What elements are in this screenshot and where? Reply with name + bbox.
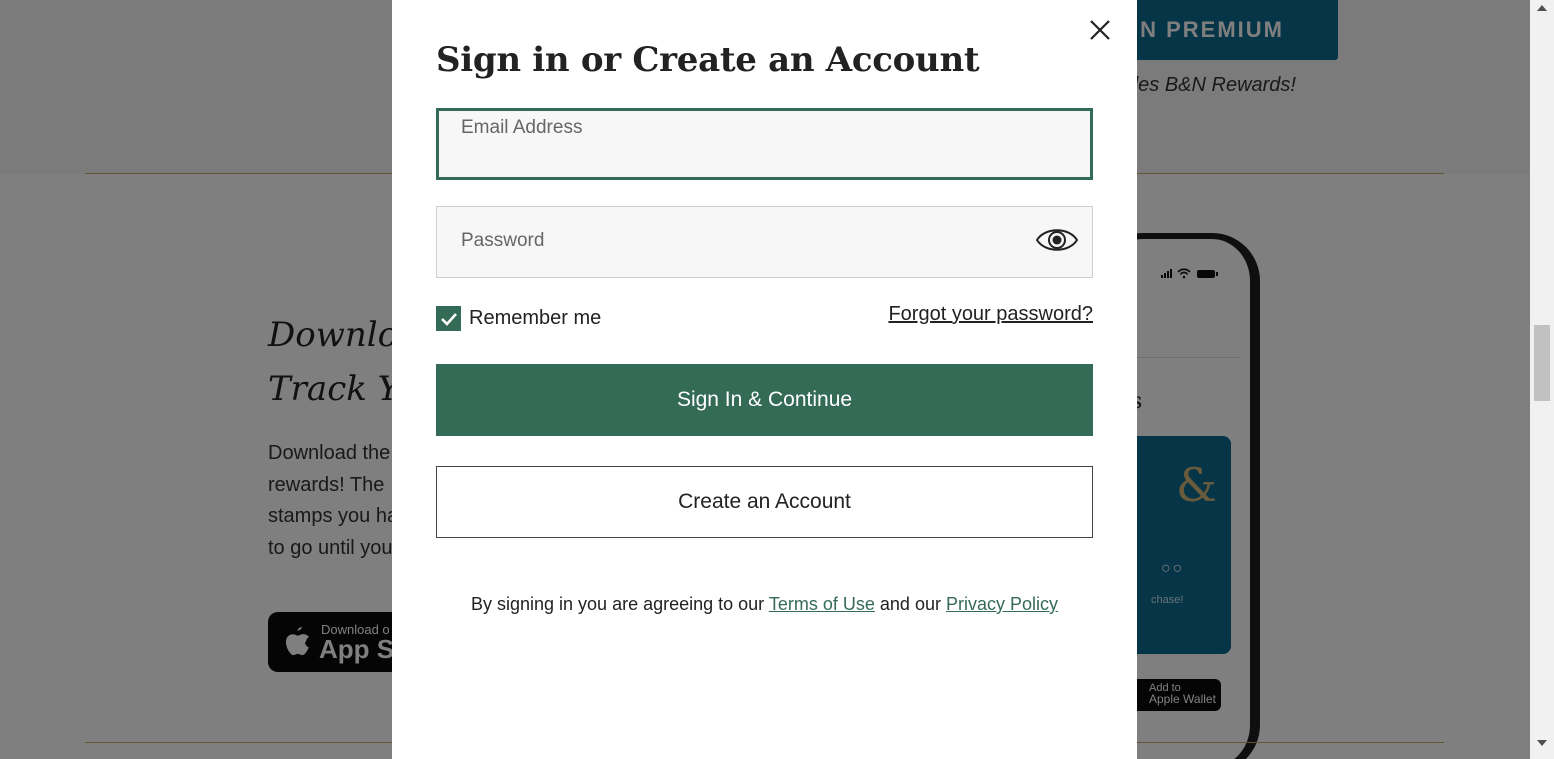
create-account-button[interactable]: Create an Account	[436, 466, 1093, 538]
close-button[interactable]	[1088, 18, 1112, 42]
checkmark-icon	[440, 312, 457, 326]
legal-prefix: By signing in you are agreeing to our	[470, 594, 765, 614]
scroll-thumb[interactable]	[1534, 325, 1550, 401]
email-input[interactable]	[439, 111, 1090, 177]
scroll-down-button[interactable]	[1530, 739, 1554, 753]
modal-title: Sign in or Create an Account	[436, 40, 980, 80]
remember-me[interactable]: Remember me	[436, 306, 601, 331]
sign-in-modal: Sign in or Create an Account Email Addre…	[392, 0, 1137, 759]
email-field[interactable]: Email Address	[436, 108, 1093, 180]
forgot-password-link[interactable]: Forgot your password?	[888, 303, 1093, 326]
scroll-up-icon	[1537, 5, 1547, 11]
password-input[interactable]	[437, 207, 1092, 277]
terms-of-use-link[interactable]: Terms of Use	[769, 594, 875, 614]
remember-checkbox[interactable]	[436, 306, 461, 331]
scroll-down-icon	[1537, 740, 1547, 746]
scroll-up-button[interactable]	[1530, 4, 1554, 18]
eye-icon[interactable]	[1035, 225, 1079, 255]
privacy-policy-link[interactable]: Privacy Policy	[946, 594, 1058, 614]
page-scrollbar[interactable]	[1530, 0, 1554, 759]
password-field[interactable]: Password	[436, 206, 1093, 278]
legal-middle: and our	[879, 594, 941, 614]
remember-label: Remember me	[469, 307, 602, 329]
legal-notice: By signing in you are agreeing to our Te…	[392, 594, 1137, 615]
sign-in-button[interactable]: Sign In & Continue	[436, 364, 1093, 436]
close-icon	[1090, 20, 1110, 40]
